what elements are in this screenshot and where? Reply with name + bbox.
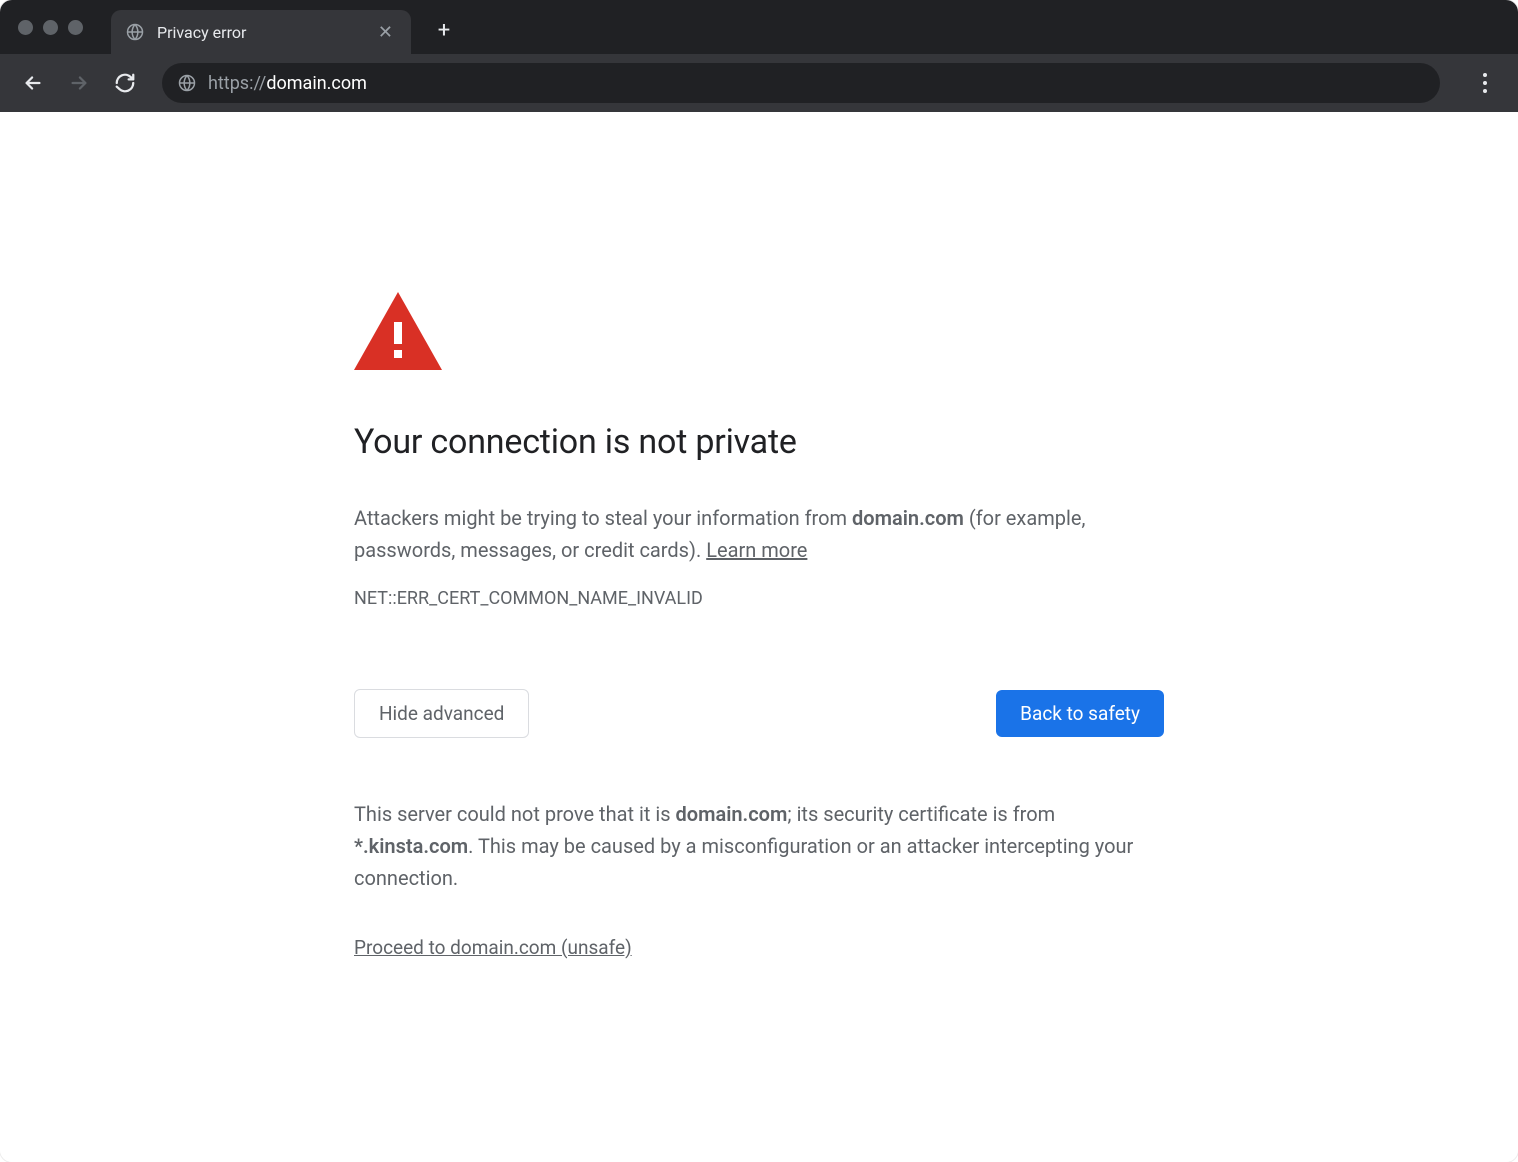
page-content: Your connection is not private Attackers… (0, 112, 1518, 1162)
back-button[interactable] (14, 64, 52, 102)
titlebar: Privacy error ✕ + (0, 0, 1518, 54)
minimize-window-button[interactable] (43, 20, 58, 35)
body-pre: Attackers might be trying to steal your … (354, 506, 852, 530)
close-tab-icon[interactable]: ✕ (374, 22, 397, 43)
close-window-button[interactable] (18, 20, 33, 35)
toolbar: https://domain.com (0, 54, 1518, 112)
error-heading: Your connection is not private (354, 422, 1164, 462)
browser-menu-button[interactable] (1466, 64, 1504, 102)
back-to-safety-button[interactable]: Back to safety (996, 690, 1164, 737)
maximize-window-button[interactable] (68, 20, 83, 35)
url-scheme: https:// (208, 73, 266, 94)
learn-more-link[interactable]: Learn more (706, 538, 807, 562)
url-host: domain.com (266, 73, 367, 94)
new-tab-button[interactable]: + (429, 18, 459, 43)
error-code: NET::ERR_CERT_COMMON_NAME_INVALID (354, 588, 1164, 609)
browser-window: Privacy error ✕ + https://domain.com (0, 0, 1518, 1162)
adv-cert: *.kinsta.com (354, 834, 468, 858)
hide-advanced-button[interactable]: Hide advanced (354, 689, 529, 738)
adv-pre: This server could not prove that it is (354, 802, 676, 826)
advanced-details: This server could not prove that it is d… (354, 798, 1164, 894)
tab-title: Privacy error (157, 23, 362, 42)
url-text: https://domain.com (208, 73, 367, 94)
warning-triangle-icon (354, 292, 1164, 374)
address-bar[interactable]: https://domain.com (162, 63, 1440, 103)
reload-button[interactable] (106, 64, 144, 102)
globe-icon (125, 22, 145, 42)
forward-button[interactable] (60, 64, 98, 102)
adv-domain: domain.com (676, 802, 788, 826)
adv-post: . This may be caused by a misconfigurati… (354, 834, 1133, 890)
ssl-error-interstitial: Your connection is not private Attackers… (354, 292, 1164, 1162)
browser-tab[interactable]: Privacy error ✕ (111, 10, 411, 54)
button-row: Hide advanced Back to safety (354, 689, 1164, 738)
proceed-unsafe-link[interactable]: Proceed to domain.com (unsafe) (354, 936, 632, 959)
body-domain: domain.com (852, 506, 964, 530)
adv-mid: ; its security certificate is from (787, 802, 1055, 826)
window-controls (18, 20, 83, 35)
globe-icon (178, 74, 196, 92)
error-body: Attackers might be trying to steal your … (354, 502, 1164, 566)
